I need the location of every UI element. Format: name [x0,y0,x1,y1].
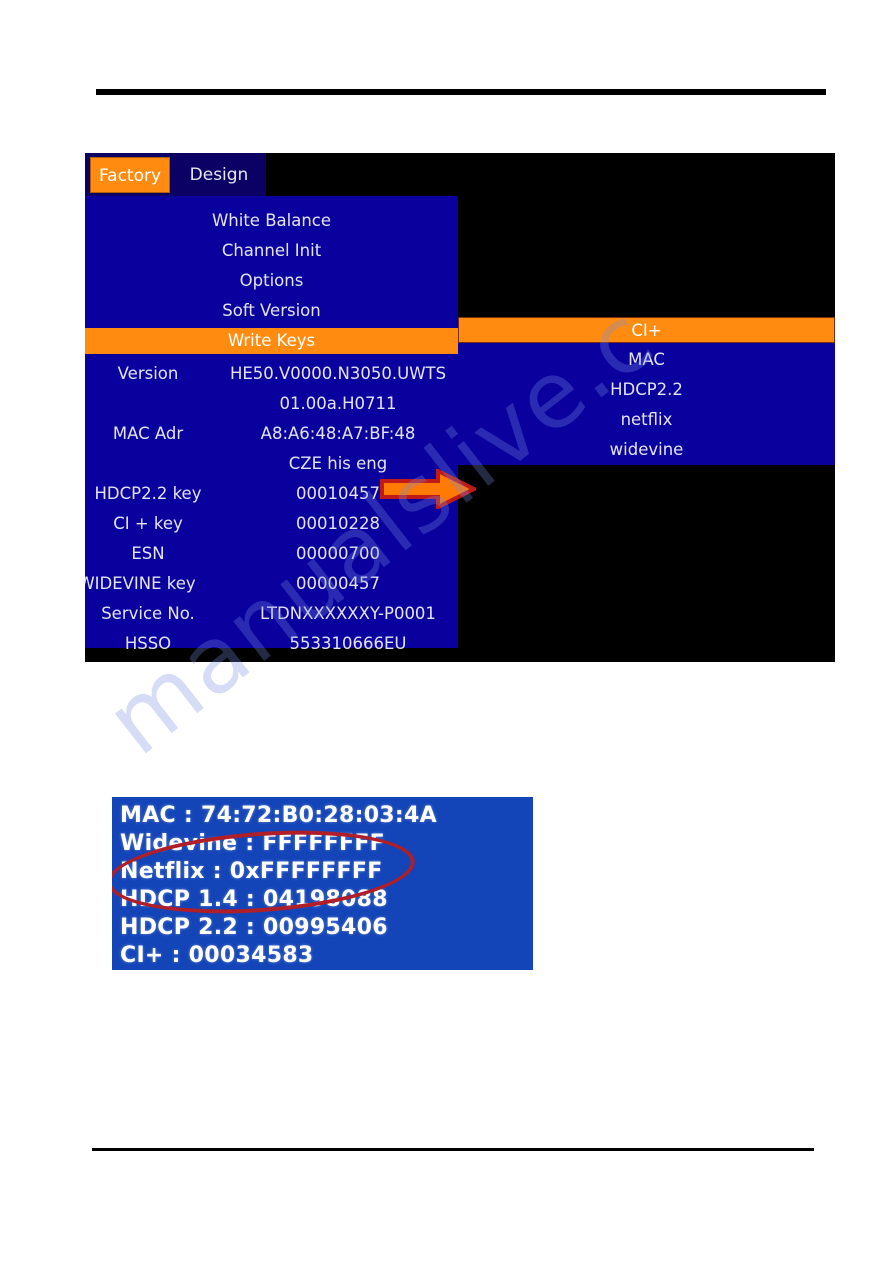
detail-value-esn: 00000700 [296,544,380,563]
detail-label-widevine-key: WIDEVINE key [85,574,196,593]
submenu-item-mac[interactable]: MAC [458,345,835,375]
menu-item-white-balance[interactable]: White Balance [85,206,458,236]
key-readout-photo: MAC : 74:72:B0:28:03:4A Widevine : FFFFF… [112,797,533,970]
table-row: WIDEVINE key 00000457 [85,569,458,599]
readout-line-hdcp22: HDCP 2.2 : 00995406 [120,915,388,940]
detail-label-hsso: HSSO [124,634,172,653]
table-row: Service No. LTDNXXXXXXY-P0001 [85,599,458,629]
detail-value-version-cont: 01.00a.H0711 [279,394,397,413]
tab-design[interactable]: Design [179,157,259,193]
write-keys-submenu-panel: CI+ MAC HDCP2.2 netflix widevine [458,317,835,465]
detail-label-version: Version [117,364,179,383]
menu-tab-bar: Factory Design [85,153,266,196]
table-row: 01.00a.H0711 [85,389,458,419]
readout-line-mac: MAC : 74:72:B0:28:03:4A [120,803,437,828]
table-row: ESN 00000700 [85,539,458,569]
tab-factory[interactable]: Factory [90,157,170,193]
submenu-item-ci-plus[interactable]: CI+ [458,317,835,343]
readout-line-widevine: Widevine : FFFFFFFF [120,831,385,856]
submenu-item-netflix[interactable]: netflix [458,405,835,435]
factory-menu-panel: White Balance Channel Init Options Soft … [85,196,458,653]
readout-line-netflix: Netflix : 0xFFFFFFFF [120,859,383,884]
detail-value-version: HE50.V0000.N3050.UWTS [229,364,447,383]
readout-line-ci-plus: CI+ : 00034583 [120,943,314,968]
table-row: CI + key 00010228 [85,509,458,539]
readout-line-hdcp14: HDCP 1.4 : 04198088 [120,887,388,912]
menu-item-write-keys[interactable]: Write Keys [85,328,458,354]
tv-factory-menu-screenshot: Factory Design White Balance Channel Ini… [85,153,835,662]
table-row: MAC Adr A8:A6:48:A7:BF:48 [85,419,458,449]
page-footer-rule [92,1148,814,1151]
menu-item-options[interactable]: Options [85,266,458,296]
table-row: HSSO 553310666EU [85,629,458,659]
detail-label-service-no: Service No. [101,604,195,623]
detail-value-ci-plus-key: 00010228 [296,514,380,533]
detail-label-esn: ESN [131,544,165,563]
detail-row: Version HE50.V0000.N3050.UWTS [85,359,458,389]
submenu-item-widevine[interactable]: widevine [458,435,835,465]
page-header-rule [96,89,826,95]
detail-label-ci-plus-key: CI + key [113,514,183,533]
detail-label-hdcp22-key: HDCP2.2 key [94,484,202,503]
detail-value-widevine-key: 00000457 [296,574,380,593]
detail-value-hsso: 553310666EU [289,634,407,653]
detail-label-mac-adr: MAC Adr [112,424,184,443]
right-arrow-annotation-icon [380,467,479,511]
menu-item-channel-init[interactable]: Channel Init [85,236,458,266]
menu-item-soft-version[interactable]: Soft Version [85,296,458,326]
submenu-item-hdcp22[interactable]: HDCP2.2 [458,375,835,405]
detail-value-mac-adr: A8:A6:48:A7:BF:48 [260,424,416,443]
detail-value-service-no: LTDNXXXXXXY-P0001 [260,604,436,623]
